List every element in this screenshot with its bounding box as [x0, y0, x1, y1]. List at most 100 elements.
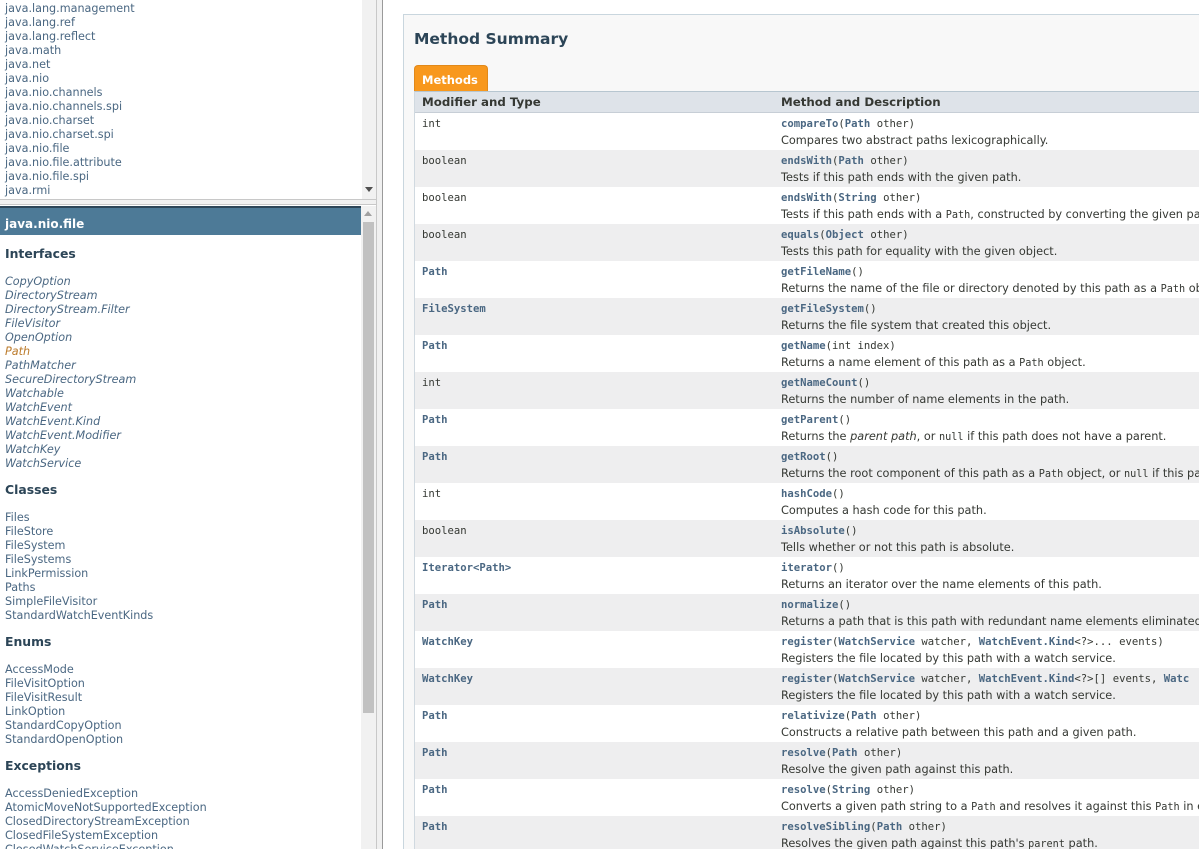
- package-link-java-math[interactable]: java.math: [5, 44, 135, 58]
- method-return-type[interactable]: Path: [422, 451, 448, 463]
- method-name-link[interactable]: register: [781, 636, 832, 648]
- param-type-link[interactable]: Path: [832, 747, 858, 759]
- scroll-down-arrow-icon[interactable]: [365, 187, 373, 192]
- method-return-type[interactable]: Path: [422, 710, 448, 722]
- class-link-filesystems[interactable]: FileSystems: [5, 553, 153, 567]
- interface-link-watchable[interactable]: Watchable: [5, 387, 136, 401]
- method-name-link[interactable]: equals: [781, 229, 819, 241]
- package-link-java-lang-reflect[interactable]: java.lang.reflect: [5, 30, 135, 44]
- package-title[interactable]: java.nio.file: [0, 206, 361, 235]
- class-link-linkpermission[interactable]: LinkPermission: [5, 567, 153, 581]
- package-link-java-rmi[interactable]: java.rmi: [5, 184, 135, 198]
- enum-link-accessmode[interactable]: AccessMode: [5, 663, 123, 677]
- method-return-type[interactable]: Path: [422, 747, 448, 759]
- interface-link-watchevent[interactable]: WatchEvent: [5, 401, 136, 415]
- exception-link-closeddirectorystreamexception[interactable]: ClosedDirectoryStreamException: [5, 815, 207, 829]
- method-name-link[interactable]: iterator: [781, 562, 832, 574]
- class-link-paths[interactable]: Paths: [5, 581, 153, 595]
- package-link-java-nio-channels[interactable]: java.nio.channels: [5, 86, 135, 100]
- frame-splitter-horizontal[interactable]: [0, 199, 378, 205]
- exception-link-atomicmovenotsupportedexception[interactable]: AtomicMoveNotSupportedException: [5, 801, 207, 815]
- class-link-simplefilevisitor[interactable]: SimpleFileVisitor: [5, 595, 153, 609]
- enum-link-standardopenoption[interactable]: StandardOpenOption: [5, 733, 123, 747]
- method-name-link[interactable]: resolve: [781, 747, 826, 759]
- param-type-link[interactable]: WatchEvent.Kind: [979, 673, 1075, 685]
- param-type-link[interactable]: WatchEvent.Kind: [979, 636, 1075, 648]
- package-link-java-net[interactable]: java.net: [5, 58, 135, 72]
- method-name-link[interactable]: compareTo: [781, 118, 838, 130]
- method-name-link[interactable]: isAbsolute: [781, 525, 845, 537]
- method-name-link[interactable]: getNameCount: [781, 377, 858, 389]
- method-name-link[interactable]: getFileSystem: [781, 303, 864, 315]
- method-name-link[interactable]: resolve: [781, 784, 826, 796]
- interface-link-filevisitor[interactable]: FileVisitor: [5, 317, 136, 331]
- method-return-type[interactable]: FileSystem: [422, 303, 486, 315]
- method-return-type[interactable]: Path: [422, 599, 448, 611]
- enum-link-filevisitoption[interactable]: FileVisitOption: [5, 677, 123, 691]
- class-link-files[interactable]: Files: [5, 511, 153, 525]
- param-type-link[interactable]: Path: [877, 821, 903, 833]
- method-return-type[interactable]: Path: [422, 340, 448, 352]
- enum-link-standardcopyoption[interactable]: StandardCopyOption: [5, 719, 123, 733]
- method-return-type[interactable]: WatchKey: [422, 673, 473, 685]
- class-link-filestore[interactable]: FileStore: [5, 525, 153, 539]
- package-list-scrollbar[interactable]: [362, 0, 376, 199]
- param-type-link[interactable]: WatchService: [838, 673, 915, 685]
- method-return-type[interactable]: Path: [422, 266, 448, 278]
- param-type-link[interactable]: String: [832, 784, 870, 796]
- param-type-link[interactable]: WatchService: [838, 636, 915, 648]
- method-name-link[interactable]: getName: [781, 340, 826, 352]
- param-type-link[interactable]: Object: [826, 229, 864, 241]
- interface-link-copyoption[interactable]: CopyOption: [5, 275, 136, 289]
- exception-link-accessdeniedexception[interactable]: AccessDeniedException: [5, 787, 207, 801]
- interface-link-pathmatcher[interactable]: PathMatcher: [5, 359, 136, 373]
- method-name-link[interactable]: getRoot: [781, 451, 826, 463]
- tab-methods[interactable]: Methods: [414, 65, 488, 91]
- method-return-type[interactable]: Path: [422, 821, 448, 833]
- param-type-link[interactable]: String: [838, 192, 876, 204]
- method-name-link[interactable]: getParent: [781, 414, 838, 426]
- scroll-up-arrow-icon[interactable]: [364, 211, 372, 216]
- enum-link-linkoption[interactable]: LinkOption: [5, 705, 123, 719]
- interface-link-directorystream[interactable]: DirectoryStream: [5, 289, 136, 303]
- method-name-link[interactable]: endsWith: [781, 192, 832, 204]
- package-link-java-nio-file-spi[interactable]: java.nio.file.spi: [5, 170, 135, 184]
- method-return-type[interactable]: Iterator<Path>: [422, 562, 511, 574]
- exception-link-closedwatchserviceexception[interactable]: ClosedWatchServiceException: [5, 843, 207, 849]
- package-link-java-nio-file-attribute[interactable]: java.nio.file.attribute: [5, 156, 135, 170]
- package-link-java-lang-management[interactable]: java.lang.management: [5, 2, 135, 16]
- method-name-link[interactable]: relativize: [781, 710, 845, 722]
- interface-link-path[interactable]: Path: [5, 345, 136, 359]
- interface-link-securedirectorystream[interactable]: SecureDirectoryStream: [5, 373, 136, 387]
- interface-link-directorystream-filter[interactable]: DirectoryStream.Filter: [5, 303, 136, 317]
- param-type-link[interactable]: Watc: [1164, 673, 1190, 685]
- class-link-filesystem[interactable]: FileSystem: [5, 539, 153, 553]
- method-name-link[interactable]: hashCode: [781, 488, 832, 500]
- interface-link-watchservice[interactable]: WatchService: [5, 457, 136, 471]
- param-type-link[interactable]: Path: [838, 155, 864, 167]
- class-link-standardwatcheventkinds[interactable]: StandardWatchEventKinds: [5, 609, 153, 623]
- interface-link-watchevent-kind[interactable]: WatchEvent.Kind: [5, 415, 136, 429]
- method-return-type[interactable]: Path: [422, 784, 448, 796]
- method-name-link[interactable]: normalize: [781, 599, 838, 611]
- package-link-java-nio-charset[interactable]: java.nio.charset: [5, 114, 135, 128]
- param-type-link[interactable]: Path: [845, 118, 871, 130]
- method-return-type[interactable]: Path: [422, 414, 448, 426]
- package-link-java-nio-channels-spi[interactable]: java.nio.channels.spi: [5, 100, 135, 114]
- method-return-type[interactable]: WatchKey: [422, 636, 473, 648]
- method-name-link[interactable]: getFileName: [781, 266, 851, 278]
- enum-link-filevisitresult[interactable]: FileVisitResult: [5, 691, 123, 705]
- package-link-java-nio[interactable]: java.nio: [5, 72, 135, 86]
- method-name-link[interactable]: register: [781, 673, 832, 685]
- param-type-link[interactable]: Path: [851, 710, 877, 722]
- package-link-java-nio-charset-spi[interactable]: java.nio.charset.spi: [5, 128, 135, 142]
- method-name-link[interactable]: endsWith: [781, 155, 832, 167]
- package-content-scrollbar[interactable]: [361, 206, 376, 849]
- package-link-java-lang-ref[interactable]: java.lang.ref: [5, 16, 135, 30]
- frame-splitter-vertical[interactable]: [376, 0, 383, 849]
- exception-link-closedfilesystemexception[interactable]: ClosedFileSystemException: [5, 829, 207, 843]
- scrollbar-thumb[interactable]: [363, 222, 374, 713]
- interface-link-watchevent-modifier[interactable]: WatchEvent.Modifier: [5, 429, 136, 443]
- package-link-java-nio-file[interactable]: java.nio.file: [5, 142, 135, 156]
- interface-link-openoption[interactable]: OpenOption: [5, 331, 136, 345]
